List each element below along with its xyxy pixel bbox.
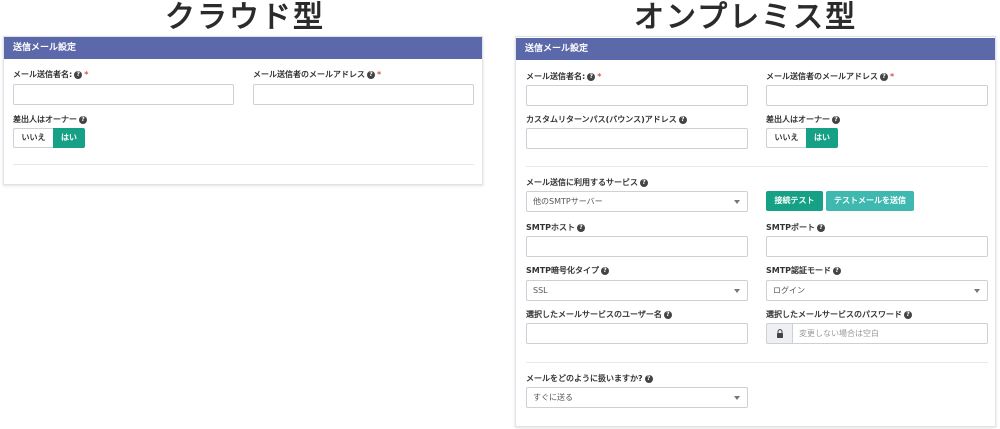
question-circle-icon[interactable]: ? [577, 223, 586, 232]
divider [526, 362, 988, 363]
toggle-yes-button[interactable]: はい [53, 128, 85, 148]
toggle-yes-button[interactable]: はい [806, 128, 838, 148]
mail-handling-select[interactable]: すぐに送る [526, 387, 748, 408]
smtp-auth-mode-label: SMTP認証モード? [766, 265, 842, 277]
chevron-down-icon [734, 200, 740, 204]
question-circle-icon[interactable]: ? [79, 115, 87, 124]
mail-service-label: メール送信に利用するサービス? [526, 177, 648, 189]
username-input[interactable] [526, 323, 748, 344]
owner-sender-label: 差出人はオーナー? [766, 114, 840, 126]
smtp-auth-mode-select[interactable]: ログイン [766, 280, 988, 301]
question-circle-icon[interactable]: ? [663, 310, 672, 319]
cloud-mail-settings-panel: 送信メール設定 メール送信者名:? * メール送信者のメールアドレス? * 差出人は… [3, 36, 483, 185]
chevron-down-icon [974, 289, 980, 293]
question-circle-icon[interactable]: ? [74, 70, 83, 79]
panel-header: 送信メール設定 [4, 37, 482, 59]
question-circle-icon[interactable]: ? [640, 178, 648, 187]
sender-name-input[interactable] [526, 85, 748, 106]
question-circle-icon[interactable]: ? [601, 266, 610, 275]
required-marker: * [84, 70, 89, 79]
owner-sender-label: 差出人はオーナー? [13, 114, 87, 126]
username-label: 選択したメールサービスのユーザー名? [526, 309, 672, 321]
password-input[interactable]: 変更しない場合は空白 [792, 323, 988, 344]
divider [13, 164, 474, 165]
chevron-down-icon [734, 396, 740, 400]
send-test-email-button[interactable]: テストメールを送信 [826, 191, 914, 211]
sender-email-label: メール送信者のメールアドレス? * [766, 72, 895, 81]
sender-email-input[interactable] [766, 85, 988, 106]
sender-name-label: メール送信者名:? * [526, 72, 602, 81]
return-path-label: カスタムリターンパス(バウンス)アドレス? [526, 114, 687, 126]
owner-sender-toggle: いいえ はい [766, 128, 838, 148]
connection-test-button[interactable]: 接続テスト [766, 191, 823, 211]
onprem-type-title: オンプレミス型 [634, 0, 858, 35]
smtp-host-input[interactable] [526, 236, 748, 257]
password-label: 選択したメールサービスのパスワード? [766, 309, 912, 321]
cloud-type-title: クラウド型 [165, 0, 325, 35]
owner-sender-toggle: いいえ はい [13, 128, 85, 148]
smtp-encryption-select[interactable]: SSL [526, 280, 748, 301]
return-path-input[interactable] [526, 128, 748, 149]
lock-icon [766, 323, 792, 344]
question-circle-icon[interactable]: ? [832, 115, 840, 124]
smtp-port-input[interactable] [766, 236, 988, 257]
question-circle-icon[interactable]: ? [880, 72, 888, 81]
sender-email-input[interactable] [253, 84, 474, 105]
mail-service-select[interactable]: 他のSMTPサーバー [526, 191, 748, 212]
sender-name-label: メール送信者名:? * [13, 70, 89, 79]
lock-icon-glyph [776, 329, 783, 338]
smtp-port-label: SMTPポート? [766, 222, 826, 234]
required-marker: * [890, 72, 895, 81]
question-circle-icon[interactable]: ? [833, 266, 842, 275]
panel-header: 送信メール設定 [516, 38, 995, 60]
smtp-host-label: SMTPホスト? [526, 222, 586, 234]
toggle-no-button[interactable]: いいえ [13, 128, 53, 148]
chevron-down-icon [734, 289, 740, 293]
divider [526, 166, 988, 167]
required-marker: * [377, 70, 382, 79]
sender-name-input[interactable] [13, 84, 234, 105]
question-circle-icon[interactable]: ? [644, 374, 653, 383]
toggle-no-button[interactable]: いいえ [766, 128, 806, 148]
question-circle-icon[interactable]: ? [367, 70, 375, 79]
question-circle-icon[interactable]: ? [587, 72, 596, 81]
required-marker: * [597, 72, 602, 81]
smtp-encryption-label: SMTP暗号化タイプ? [526, 265, 610, 277]
question-circle-icon[interactable]: ? [904, 310, 912, 319]
sender-email-label: メール送信者のメールアドレス? * [253, 70, 382, 79]
question-circle-icon[interactable]: ? [817, 223, 826, 232]
onprem-mail-settings-panel: 送信メール設定 メール送信者名:? * メール送信者のメールアドレス? * カスタム… [515, 36, 996, 427]
question-circle-icon[interactable]: ? [678, 115, 687, 124]
mail-handling-label: メールをどのように扱いますか?? [526, 373, 653, 385]
